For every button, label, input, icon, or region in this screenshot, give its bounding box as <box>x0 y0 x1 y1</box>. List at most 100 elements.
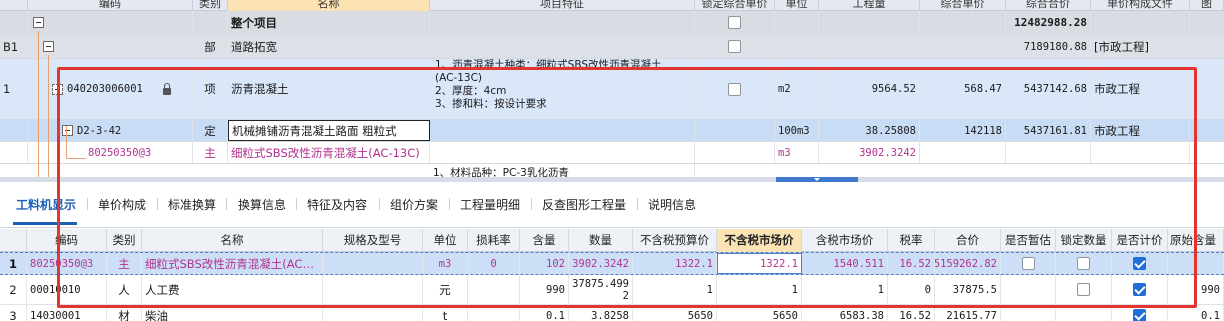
temp-estimate-checkbox[interactable] <box>1021 257 1035 270</box>
file-cell[interactable]: [市政工程] <box>1091 35 1190 58</box>
qty-cell[interactable]: 37875.4992 <box>569 275 633 304</box>
tab-labor-material-machine[interactable]: 工料机显示 <box>16 196 76 213</box>
col-budget-price-header[interactable]: 不含税预算价 <box>633 229 717 252</box>
col-qty-header[interactable]: 数量 <box>569 229 633 252</box>
col-total-header[interactable]: 综合合价 <box>1006 0 1091 11</box>
lock-qty-cell[interactable] <box>1056 253 1112 274</box>
col-unit-header[interactable]: 单位 <box>423 229 468 252</box>
spec-cell[interactable] <box>323 305 423 321</box>
spec-cell[interactable] <box>323 275 423 304</box>
file-cell[interactable]: 市政工程 <box>1091 59 1190 119</box>
name-cell[interactable]: 柴油 <box>142 305 323 321</box>
qty-cell[interactable]: 38.25808 <box>819 120 920 141</box>
tab-standard-conversion[interactable]: 标准换算 <box>168 196 216 213</box>
name-cell[interactable]: 人工费 <box>142 275 323 304</box>
boq-row-section[interactable]: B1 部 道路拓宽 7189180.88 [市政工程] <box>0 35 1224 59</box>
qty-cell[interactable]: 9564.52 <box>819 59 920 119</box>
market-price-input[interactable]: 1322.1 <box>717 253 802 274</box>
qty-cell[interactable]: 3902.3242 <box>569 253 633 274</box>
tab-conversion-info[interactable]: 换算信息 <box>238 196 286 213</box>
priced-checkbox[interactable] <box>1133 283 1146 296</box>
lock-price-checkbox[interactable] <box>728 82 741 96</box>
market-price-cell[interactable]: 5650 <box>717 305 802 321</box>
col-spec-header[interactable]: 规格及型号 <box>323 229 423 252</box>
col-code-header[interactable]: 编码 <box>28 0 193 11</box>
col-type-header[interactable]: 类别 <box>193 0 228 11</box>
priced-cell[interactable] <box>1112 253 1168 274</box>
boq-row-quota[interactable]: D2-3-42 定 机械摊铺沥青混凝土路面 粗粒式 100m3 38.25808… <box>0 120 1224 142</box>
col-temp-header[interactable]: 是否暂估 <box>1001 229 1056 252</box>
spec-cell[interactable] <box>323 253 423 274</box>
collapse-icon[interactable] <box>33 17 44 28</box>
collapse-icon[interactable] <box>43 41 54 52</box>
tab-reverse-graphic-quantity[interactable]: 反查图形工程量 <box>542 196 626 213</box>
loss-cell[interactable] <box>468 305 520 321</box>
lock-price-cell[interactable] <box>695 35 775 58</box>
name-cell[interactable]: 细粒式SBS改性沥青混凝土(AC… <box>142 253 323 274</box>
tax-rate-cell[interactable]: 0 <box>888 275 935 304</box>
col-orig-content-header[interactable]: 原始含量 <box>1168 229 1224 252</box>
name-cell[interactable]: 道路拓宽 <box>228 35 430 58</box>
lock-price-cell[interactable] <box>695 11 775 34</box>
tab-quantity-detail[interactable]: 工程量明细 <box>460 196 520 213</box>
col-price-header[interactable]: 综合单价 <box>920 0 1006 11</box>
col-loss-header[interactable]: 损耗率 <box>468 229 520 252</box>
col-market-price-header[interactable]: 不含税市场价 <box>717 229 802 252</box>
lock-qty-checkbox[interactable] <box>1077 283 1090 296</box>
col-lock-qty-header[interactable]: 锁定数量 <box>1056 229 1112 252</box>
name-cell[interactable]: 细粒式SBS改性沥青混凝土(AC-13C) <box>228 142 430 163</box>
boq-row-next[interactable]: 1、材料品种：PC-3乳化沥青 <box>0 164 1224 178</box>
loss-cell[interactable] <box>468 275 520 304</box>
priced-cell[interactable] <box>1112 305 1168 321</box>
col-total-header[interactable]: 合价 <box>935 229 1001 252</box>
name-cell[interactable]: 整个项目 <box>228 11 430 34</box>
priced-cell[interactable] <box>1112 275 1168 304</box>
lock-price-checkbox[interactable] <box>728 16 741 29</box>
boq-row-total[interactable]: 整个项目 12482988.28 <box>0 11 1224 35</box>
col-feature-header[interactable]: 项目特征 <box>430 0 695 11</box>
resource-row[interactable]: 1 80250350@3 主 细粒式SBS改性沥青混凝土(AC… m3 0 10… <box>0 252 1224 275</box>
boq-row-material[interactable]: 80250350@3 主 细粒式SBS改性沥青混凝土(AC-13C) m3 39… <box>0 142 1224 164</box>
tab-unit-price-composition[interactable]: 单价构成 <box>98 196 146 213</box>
temp-cell[interactable] <box>1001 305 1056 321</box>
tab-description[interactable]: 说明信息 <box>648 196 696 213</box>
market-price-tax-cell[interactable]: 1 <box>802 275 888 304</box>
priced-checkbox[interactable] <box>1133 309 1146 321</box>
temp-cell[interactable] <box>1001 253 1056 274</box>
temp-cell[interactable] <box>1001 275 1056 304</box>
lock-qty-cell[interactable] <box>1056 275 1112 304</box>
collapse-icon[interactable] <box>62 125 73 136</box>
market-price-cell[interactable]: 1 <box>717 275 802 304</box>
priced-checkbox[interactable] <box>1133 257 1146 270</box>
resource-row[interactable]: 2 00010010 人 人工费 元 990 37875.4992 1 1 1 … <box>0 275 1224 305</box>
col-unit-header[interactable]: 单位 <box>775 0 819 11</box>
col-file-header[interactable]: 单价构成文件 <box>1091 0 1190 11</box>
col-type-header[interactable]: 类别 <box>107 229 142 252</box>
tab-features-content[interactable]: 特征及内容 <box>307 196 367 213</box>
col-lock-price-header[interactable]: 锁定综合单价 <box>695 0 775 11</box>
col-more-header[interactable]: 图 <box>1190 0 1224 11</box>
collapse-icon[interactable] <box>52 83 63 95</box>
col-name-header[interactable]: 名称 <box>228 0 430 11</box>
lock-qty-checkbox[interactable] <box>1077 257 1090 270</box>
col-qty-header[interactable]: 工程量 <box>819 0 920 11</box>
col-priced-header[interactable]: 是否计价 <box>1112 229 1168 252</box>
loss-cell[interactable]: 0 <box>468 253 520 274</box>
resource-row[interactable]: 3 14030001 材 柴油 t 0.1 3.8258 5650 5650 6… <box>0 305 1224 321</box>
content-cell[interactable]: 990 <box>520 275 569 304</box>
qty-cell[interactable]: 3.8258 <box>569 305 633 321</box>
col-market-price-tax-header[interactable]: 含税市场价 <box>802 229 888 252</box>
col-content-header[interactable]: 含量 <box>520 229 569 252</box>
lock-price-cell[interactable] <box>695 59 775 119</box>
file-cell[interactable]: 市政工程 <box>1091 120 1190 141</box>
tax-rate-cell[interactable]: 16.52 <box>888 253 935 274</box>
market-price-tax-cell[interactable]: 1540.511 <box>802 253 888 274</box>
col-tax-rate-header[interactable]: 税率 <box>888 229 935 252</box>
col-name-header[interactable]: 名称 <box>142 229 323 252</box>
name-cell[interactable]: 沥青混凝土 <box>228 59 430 119</box>
lock-price-checkbox[interactable] <box>728 40 741 53</box>
col-code-header[interactable]: 编码 <box>27 229 107 252</box>
name-cell-editing[interactable]: 机械摊铺沥青混凝土路面 粗粒式 <box>228 120 430 141</box>
tax-rate-cell[interactable]: 16.52 <box>888 305 935 321</box>
content-cell[interactable]: 0.1 <box>520 305 569 321</box>
